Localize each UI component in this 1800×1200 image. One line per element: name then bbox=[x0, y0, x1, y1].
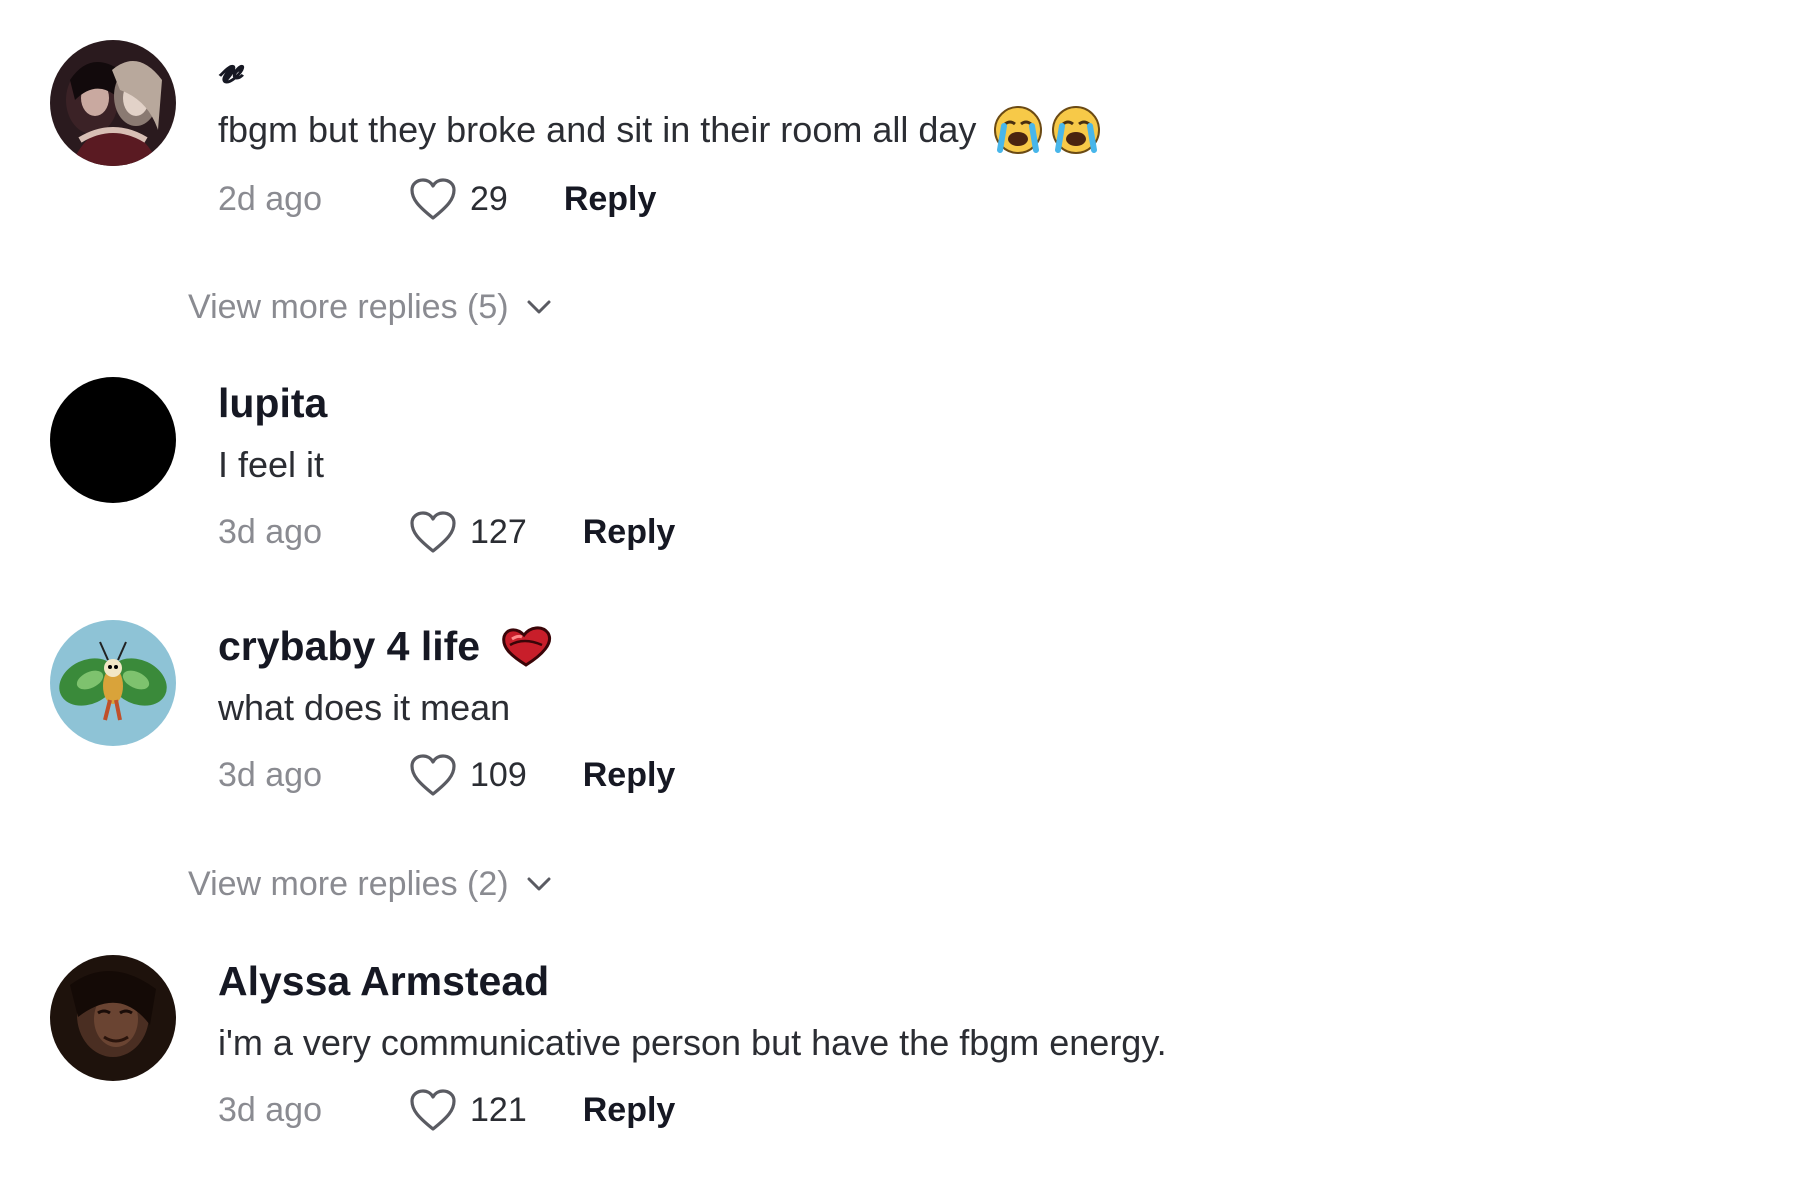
comment-text: i'm a very communicative person but have… bbox=[218, 1019, 1618, 1067]
view-more-replies-button[interactable]: View more replies (5) bbox=[188, 285, 553, 329]
comment-username[interactable]: 𝓿 bbox=[218, 40, 1618, 92]
comments-panel: 𝓿 fbgm but they broke and sit in their r… bbox=[0, 0, 1800, 1200]
loudly-crying-face-emoji-icon bbox=[992, 104, 1044, 156]
heart-icon[interactable] bbox=[408, 1087, 458, 1133]
like-button[interactable]: 121 bbox=[408, 1087, 527, 1133]
comment-text: what does it mean bbox=[218, 684, 1618, 732]
comment-body: crybaby 4 life what does it mean 3d ago bbox=[218, 620, 1618, 798]
view-more-replies-button[interactable]: View more replies (2) bbox=[188, 862, 553, 906]
like-button[interactable]: 29 bbox=[408, 176, 508, 222]
comment-meta: 2d ago 29 Reply bbox=[218, 176, 1618, 222]
comment-meta: 3d ago 121 Reply bbox=[218, 1087, 1618, 1133]
chevron-down-icon[interactable] bbox=[525, 874, 553, 894]
comment-body: 𝓿 fbgm but they broke and sit in their r… bbox=[218, 40, 1618, 222]
comment-text-content: what does it mean bbox=[218, 687, 511, 728]
like-count: 127 bbox=[470, 513, 527, 551]
like-button[interactable]: 109 bbox=[408, 752, 527, 798]
comment-text: fbgm but they broke and sit in their roo… bbox=[218, 104, 1618, 156]
avatar[interactable] bbox=[50, 620, 176, 746]
avatar[interactable] bbox=[50, 40, 176, 166]
reply-button[interactable]: Reply bbox=[564, 177, 657, 221]
comment-text: I feel it bbox=[218, 441, 1618, 489]
like-count: 29 bbox=[470, 180, 508, 218]
avatar-image bbox=[50, 377, 176, 503]
avatar-image bbox=[50, 620, 176, 746]
username-text[interactable]: 𝓿 bbox=[218, 40, 243, 92]
heart-icon[interactable] bbox=[408, 176, 458, 222]
comment-meta: 3d ago 127 Reply bbox=[218, 509, 1618, 555]
avatar-image bbox=[50, 955, 176, 1081]
loudly-crying-face-emoji-icon bbox=[1050, 104, 1102, 156]
view-more-replies-label[interactable]: View more replies (5) bbox=[188, 285, 509, 329]
comment-timestamp: 2d ago bbox=[218, 180, 322, 218]
comment-timestamp: 3d ago bbox=[218, 756, 322, 794]
reply-button[interactable]: Reply bbox=[583, 510, 676, 554]
like-button[interactable]: 127 bbox=[408, 509, 527, 555]
comment-username[interactable]: crybaby 4 life bbox=[218, 620, 1618, 672]
comment-timestamp: 3d ago bbox=[218, 513, 322, 551]
heart-icon[interactable] bbox=[408, 752, 458, 798]
comment-timestamp: 3d ago bbox=[218, 1091, 322, 1129]
username-text[interactable]: crybaby 4 life bbox=[218, 620, 480, 672]
like-count: 121 bbox=[470, 1091, 527, 1129]
chevron-down-icon[interactable] bbox=[525, 297, 553, 317]
avatar[interactable] bbox=[50, 955, 176, 1081]
red-heart-sticker-icon bbox=[498, 623, 554, 669]
reply-button[interactable]: Reply bbox=[583, 1088, 676, 1132]
comment-username[interactable]: Alyssa Armstead bbox=[218, 955, 1618, 1007]
comment-text-content: I feel it bbox=[218, 444, 325, 485]
username-text[interactable]: Alyssa Armstead bbox=[218, 955, 549, 1007]
username-text[interactable]: lupita bbox=[218, 377, 327, 429]
comment-meta: 3d ago 109 Reply bbox=[218, 752, 1618, 798]
view-more-replies-label[interactable]: View more replies (2) bbox=[188, 862, 509, 906]
avatar-image bbox=[50, 40, 176, 166]
comment-username[interactable]: lupita bbox=[218, 377, 1618, 429]
comment-text-content: i'm a very communicative person but have… bbox=[218, 1022, 1167, 1063]
comment-body: lupita I feel it 3d ago 127 Reply bbox=[218, 377, 1618, 555]
comment-body: Alyssa Armstead i'm a very communicative… bbox=[218, 955, 1618, 1133]
avatar[interactable] bbox=[50, 377, 176, 503]
heart-icon[interactable] bbox=[408, 509, 458, 555]
like-count: 109 bbox=[470, 756, 527, 794]
reply-button[interactable]: Reply bbox=[583, 753, 676, 797]
comment-text-content: fbgm but they broke and sit in their roo… bbox=[218, 109, 977, 150]
